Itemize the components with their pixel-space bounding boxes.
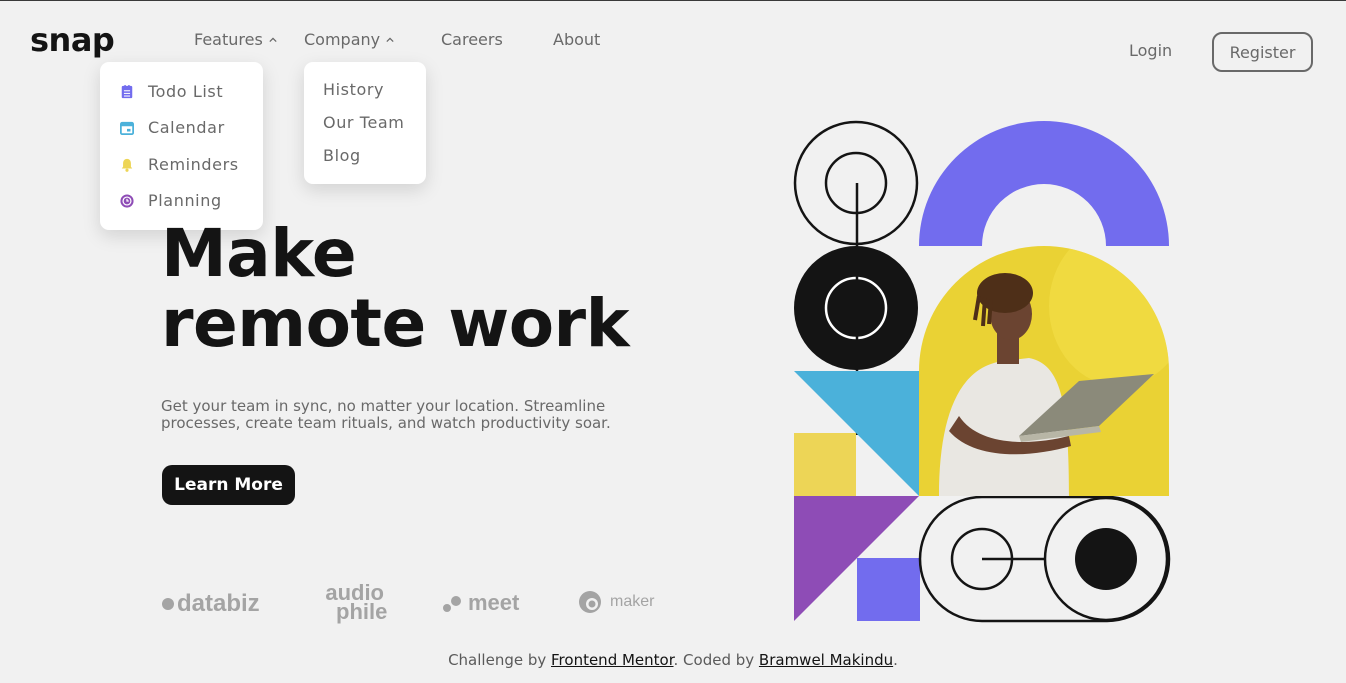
bell-icon	[121, 158, 133, 172]
dropdown-item-label: Reminders	[148, 155, 239, 174]
dot-icon	[162, 598, 174, 610]
calendar-icon	[120, 121, 134, 135]
client-logo-databiz: databiz	[162, 590, 260, 618]
frontend-mentor-link[interactable]: Frontend Mentor	[551, 651, 674, 669]
nav-about[interactable]: About	[553, 30, 600, 49]
chevron-up-icon	[386, 37, 394, 42]
footer-text: Challenge by	[448, 651, 552, 669]
dropdown-item-label: Blog	[323, 146, 361, 165]
learn-more-button[interactable]: Learn More	[162, 465, 295, 505]
dropdown-item-todo-list[interactable]: Todo List	[120, 82, 223, 101]
hero-photo	[919, 246, 1169, 496]
logo[interactable]: snap	[30, 21, 115, 59]
features-dropdown: Todo List Calendar Reminders Planning	[100, 62, 263, 230]
clock-icon	[120, 193, 134, 208]
dropdown-item-calendar[interactable]: Calendar	[120, 118, 225, 137]
dropdown-item-label: Our Team	[323, 113, 405, 132]
dropdown-item-planning[interactable]: Planning	[120, 191, 222, 210]
dropdown-item-history[interactable]: History	[323, 80, 384, 99]
client-logo-maker: maker	[578, 590, 654, 614]
maker-swirl-icon	[579, 591, 601, 613]
dropdown-item-label: History	[323, 80, 385, 99]
nav-features[interactable]: Features	[194, 30, 277, 49]
dropdown-item-label: Planning	[148, 191, 222, 210]
dropdown-item-label: Todo List	[148, 82, 224, 101]
hero-title-line: Make	[161, 215, 357, 292]
hero-title: Make remote work	[161, 219, 629, 359]
company-dropdown: History Our Team Blog	[304, 62, 426, 184]
footer-text: . Coded by	[673, 651, 759, 669]
dropdown-item-blog[interactable]: Blog	[323, 146, 361, 165]
nav-about-label: About	[553, 30, 601, 49]
nav-features-label: Features	[194, 30, 263, 49]
client-logo-text: databiz	[177, 590, 260, 617]
client-logo-text: maker	[610, 593, 655, 610]
meet-dots-icon	[443, 596, 461, 612]
login-button[interactable]: Login	[1129, 41, 1172, 60]
nav-careers-label: Careers	[441, 30, 503, 49]
client-logo-meet: meet	[442, 590, 519, 616]
dropdown-item-label: Calendar	[148, 118, 225, 137]
nav-company-label: Company	[304, 30, 381, 49]
person-with-laptop-image	[919, 246, 1169, 496]
todo-icon	[121, 84, 133, 98]
register-button[interactable]: Register	[1212, 32, 1313, 72]
footer-text: .	[893, 651, 898, 669]
nav-company[interactable]: Company	[304, 30, 394, 49]
dropdown-item-reminders[interactable]: Reminders	[120, 155, 239, 174]
nav-careers[interactable]: Careers	[441, 30, 503, 49]
dropdown-item-our-team[interactable]: Our Team	[323, 113, 405, 132]
hero-subtitle: Get your team in sync, no matter your lo…	[161, 397, 611, 432]
client-logo-audiophile: audio phile	[322, 582, 387, 623]
attribution-footer: Challenge by Frontend Mentor. Coded by B…	[0, 651, 1346, 669]
client-logo-text: meet	[468, 590, 520, 615]
author-link[interactable]: Bramwel Makindu	[759, 651, 893, 669]
chevron-up-icon	[269, 37, 277, 42]
hero-title-line: remote work	[161, 285, 629, 362]
